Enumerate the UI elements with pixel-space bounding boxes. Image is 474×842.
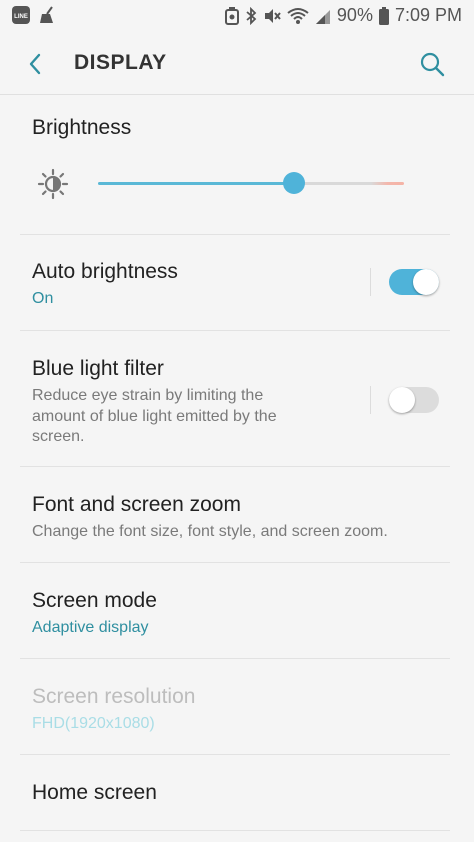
home-screen-row[interactable]: Home screen <box>0 755 474 831</box>
separator <box>370 386 371 414</box>
brightness-icon <box>37 168 69 200</box>
chevron-left-icon <box>29 53 41 75</box>
screen-resolution-row: Screen resolution FHD(1920x1080) <box>0 659 474 755</box>
blue-light-filter-title: Blue light filter <box>32 357 164 380</box>
toggle-knob <box>413 269 439 295</box>
screen-mode-value: Adaptive display <box>32 619 149 636</box>
brightness-slider-track[interactable] <box>294 182 404 185</box>
auto-brightness-toggle[interactable] <box>389 269 439 295</box>
brightness-title: Brightness <box>32 116 132 139</box>
signal-icon <box>315 7 331 25</box>
line-app-icon: LINE <box>12 6 30 29</box>
font-screen-zoom-description: Change the font size, font style, and sc… <box>32 523 388 540</box>
screen-resolution-title: Screen resolution <box>32 685 196 708</box>
screen-mode-row[interactable]: Screen mode Adaptive display <box>0 563 474 659</box>
divider <box>20 830 450 831</box>
back-button[interactable] <box>20 48 52 80</box>
auto-brightness-title: Auto brightness <box>32 260 178 283</box>
mute-icon <box>263 7 281 25</box>
clock: 7:09 PM <box>394 5 462 25</box>
blue-light-filter-description: Reduce eye strain by limiting the amount… <box>32 387 277 445</box>
brightness-section: Brightness <box>0 95 474 235</box>
home-screen-title: Home screen <box>32 781 157 804</box>
battery-saver-icon <box>224 6 239 25</box>
blue-light-filter-toggle[interactable] <box>389 387 439 413</box>
separator <box>370 268 371 296</box>
settings-list: Brightness Auto brightness On Blue light… <box>0 95 474 831</box>
page-title: DISPLAY <box>74 51 167 74</box>
auto-brightness-row[interactable]: Auto brightness On <box>0 235 474 331</box>
screen-mode-title: Screen mode <box>32 589 157 612</box>
brightness-slider-thumb[interactable] <box>283 172 305 194</box>
brightness-slider-fill[interactable] <box>98 182 294 185</box>
bluetooth-icon <box>245 6 257 25</box>
broom-icon <box>38 6 56 29</box>
battery-icon <box>378 6 389 25</box>
app-bar: DISPLAY <box>0 34 474 95</box>
status-bar: LINE 90% 7:09 PM <box>0 0 474 34</box>
search-button[interactable] <box>416 48 448 80</box>
wifi-icon <box>287 7 309 25</box>
blue-light-filter-row[interactable]: Blue light filter Reduce eye strain by l… <box>0 331 474 467</box>
svg-text:LINE: LINE <box>14 14 28 20</box>
search-icon <box>420 52 445 77</box>
font-screen-zoom-row[interactable]: Font and screen zoom Change the font siz… <box>0 467 474 563</box>
auto-brightness-status: On <box>32 290 54 307</box>
toggle-knob <box>389 387 415 413</box>
screen-resolution-value: FHD(1920x1080) <box>32 715 155 732</box>
battery-percent: 90% <box>336 5 373 25</box>
font-screen-zoom-title: Font and screen zoom <box>32 493 241 516</box>
